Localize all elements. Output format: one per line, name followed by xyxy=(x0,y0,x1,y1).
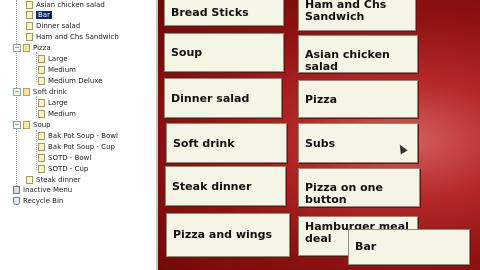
folder-icon xyxy=(23,88,30,96)
menu-item-icon xyxy=(38,110,45,118)
button-label: Pizza xyxy=(305,93,338,106)
button-label: Asian chicken salad xyxy=(305,48,390,73)
button-asian-chicken-salad[interactable]: Asian chicken salad xyxy=(298,35,418,73)
menu-item-icon xyxy=(26,176,33,184)
button-pizza[interactable]: Pizza xyxy=(298,80,418,118)
tree-item-label: Soup xyxy=(33,121,51,129)
tree-item-label: Recycle Bin xyxy=(23,197,64,205)
button-pizza-and-wings[interactable]: Pizza and wings xyxy=(166,213,290,257)
menu-tree: Asian chicken salad Bar Dinner salad Ham… xyxy=(0,0,156,270)
tree-item-bar[interactable]: Bar xyxy=(26,10,52,20)
tree-item-label: SOTD - Cup xyxy=(48,165,89,173)
tree-item-label: Steak dinner xyxy=(36,176,81,184)
tree-item-drink-medium[interactable]: Medium xyxy=(38,109,76,119)
button-label: Subs xyxy=(305,137,336,150)
tree-item-ham-sandwich[interactable]: Ham and Chs Sandwich xyxy=(26,32,119,42)
tree-item-label: Asian chicken salad xyxy=(36,1,105,9)
button-label-line2: Sandwich xyxy=(305,10,365,23)
tree-item-label: Bar xyxy=(36,11,52,19)
tree-item-label: Medium xyxy=(48,110,76,118)
tree-item-sotd-bowl[interactable]: SOTD - Bowl xyxy=(38,153,91,163)
tree-item-steak-dinner[interactable]: Steak dinner xyxy=(26,175,81,185)
folder-icon xyxy=(23,44,30,52)
button-label: Pizza and wings xyxy=(173,228,273,241)
tree-item-pizza-medium-deluxe[interactable]: Medium Deluxe xyxy=(38,76,103,86)
tree-folder-soup[interactable]: − Soup xyxy=(13,120,51,130)
menu-item-icon xyxy=(38,99,45,107)
button-label: Bar xyxy=(355,240,377,253)
tree-item-label: Medium Deluxe xyxy=(48,77,103,85)
tree-folder-soft-drink[interactable]: − Soft drink xyxy=(13,87,67,97)
menu-item-icon xyxy=(38,165,45,173)
tree-item-label: Bak Pot Soup - Bowl xyxy=(48,132,118,140)
tree-guide-line xyxy=(36,96,37,116)
button-steak-dinner[interactable]: Steak dinner xyxy=(165,166,286,206)
tree-guide-line xyxy=(36,130,37,170)
folder-icon xyxy=(23,121,30,129)
tree-item-label: Inactive Menu xyxy=(23,186,73,194)
button-ham-sandwich[interactable]: Ham and Chs Sandwich xyxy=(298,0,416,31)
tree-folder-pizza[interactable]: − Pizza xyxy=(13,43,51,53)
collapse-icon[interactable]: − xyxy=(13,88,21,96)
tree-item-label: Medium xyxy=(48,66,76,74)
button-label: Bread Sticks xyxy=(171,6,249,19)
inactive-menu-icon xyxy=(13,186,20,194)
tree-item-dinner-salad[interactable]: Dinner salad xyxy=(26,21,80,31)
menu-item-icon xyxy=(26,11,33,19)
tree-item-label: Dinner salad xyxy=(36,22,81,30)
menu-item-icon xyxy=(38,143,45,151)
button-bar-dragging[interactable]: Bar xyxy=(348,229,470,265)
menu-item-icon xyxy=(26,33,33,41)
tree-item-asian-chicken-salad[interactable]: Asian chicken salad xyxy=(26,0,105,10)
button-pizza-on-one-button[interactable]: Pizza on one button xyxy=(298,168,420,207)
button-label: Steak dinner xyxy=(172,180,252,193)
tree-item-drink-large[interactable]: Large xyxy=(38,98,68,108)
tree-item-label: Large xyxy=(48,55,68,63)
collapse-icon[interactable]: − xyxy=(13,44,21,52)
menu-item-icon xyxy=(38,55,45,63)
tree-item-pizza-medium[interactable]: Medium xyxy=(38,65,76,75)
tree-item-label: Pizza xyxy=(33,44,51,52)
tree-item-sotd-cup[interactable]: SOTD - Cup xyxy=(38,164,88,174)
recycle-bin-icon xyxy=(13,197,20,205)
button-dinner-salad[interactable]: Dinner salad xyxy=(164,78,282,118)
tree-item-inactive-menu[interactable]: Inactive Menu xyxy=(13,185,72,195)
collapse-icon[interactable]: − xyxy=(13,121,21,129)
menu-item-icon xyxy=(38,132,45,140)
tree-item-bak-pot-bowl[interactable]: Bak Pot Soup - Bowl xyxy=(38,131,118,141)
button-label: Dinner salad xyxy=(171,92,250,105)
menu-button-canvas: Bread Sticks Ham and Chs Sandwich Soup A… xyxy=(158,0,480,270)
tree-item-label: Bak Pot Soup - Cup xyxy=(48,143,115,151)
button-label: Pizza on one button xyxy=(305,181,383,206)
button-label: Soft drink xyxy=(173,137,235,150)
button-label: Soup xyxy=(171,46,203,59)
tree-item-label: Soft drink xyxy=(33,88,67,96)
menu-item-icon xyxy=(38,154,45,162)
button-soup[interactable]: Soup xyxy=(164,33,284,72)
button-soft-drink[interactable]: Soft drink xyxy=(166,123,287,163)
tree-item-label: Large xyxy=(48,99,68,107)
menu-item-icon xyxy=(38,66,45,74)
tree-item-label: SOTD - Bowl xyxy=(48,154,92,162)
tree-guide-line xyxy=(36,52,37,82)
menu-item-icon xyxy=(26,22,33,30)
tree-item-pizza-large[interactable]: Large xyxy=(38,54,68,64)
menu-item-icon xyxy=(38,77,45,85)
tree-item-label: Ham and Chs Sandwich xyxy=(36,33,119,41)
button-bread-sticks[interactable]: Bread Sticks xyxy=(164,0,284,26)
menu-item-icon xyxy=(26,1,33,9)
tree-item-bak-pot-cup[interactable]: Bak Pot Soup - Cup xyxy=(38,142,115,152)
tree-item-recycle-bin[interactable]: Recycle Bin xyxy=(13,196,63,206)
